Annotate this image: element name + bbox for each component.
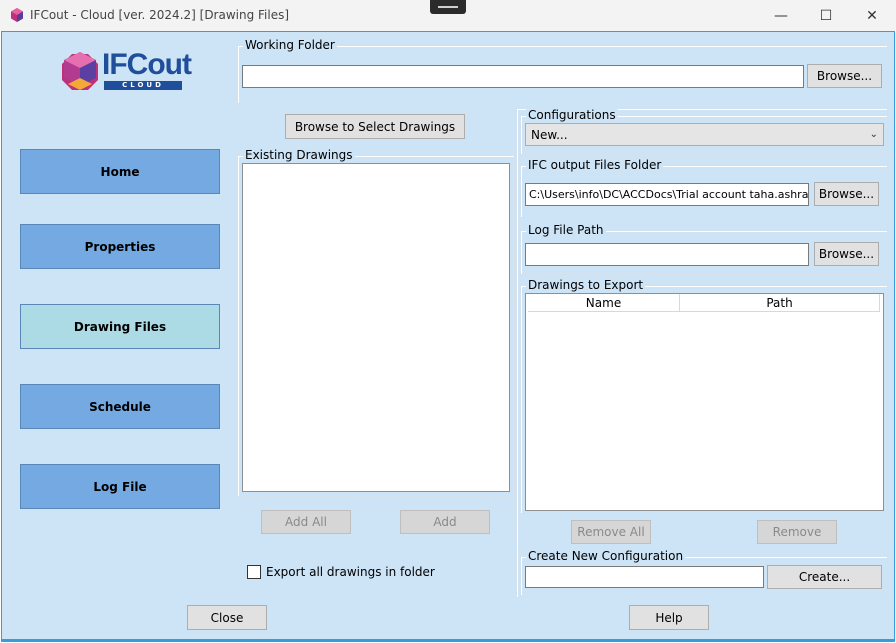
add-button[interactable]: Add <box>400 510 490 534</box>
minimize-icon: — <box>774 7 788 24</box>
logo: IFCout CLOUD <box>58 48 192 94</box>
working-folder-label: Working Folder <box>243 38 337 52</box>
configurations-select[interactable]: New... ⌄ <box>525 123 884 146</box>
column-header-path[interactable]: Path <box>680 294 880 312</box>
log-path-label: Log File Path <box>526 223 606 237</box>
drawings-to-export-label: Drawings to Export <box>526 278 646 292</box>
working-folder-browse-button[interactable]: Browse... <box>807 64 882 88</box>
nav-drawing-files-button[interactable]: Drawing Files <box>20 304 220 349</box>
export-all-label: Export all drawings in folder <box>266 565 435 579</box>
logo-cube-icon <box>62 52 98 90</box>
configurations-selected: New... <box>531 127 568 142</box>
title-bar: IFCout - Cloud [ver. 2024.2] [Drawing Fi… <box>0 0 896 31</box>
close-window-button[interactable]: ✕ <box>849 0 895 31</box>
export-all-checkbox[interactable] <box>247 565 261 579</box>
remove-all-button[interactable]: Remove All <box>571 520 651 544</box>
logo-text: IFCout <box>102 48 192 81</box>
browse-select-drawings-button[interactable]: Browse to Select Drawings <box>285 114 465 139</box>
new-config-label: Create New Configuration <box>526 549 686 563</box>
maximize-button[interactable]: ☐ <box>803 0 849 31</box>
snap-grip[interactable] <box>430 0 466 14</box>
minimize-button[interactable]: — <box>758 0 804 31</box>
create-config-button[interactable]: Create... <box>767 565 882 589</box>
close-icon: ✕ <box>866 7 878 24</box>
ifc-output-label: IFC output Files Folder <box>526 158 664 172</box>
log-path-browse-button[interactable]: Browse... <box>814 242 879 266</box>
nav-log-file-button[interactable]: Log File <box>20 464 220 509</box>
existing-drawings-list[interactable] <box>242 163 510 492</box>
close-button[interactable]: Close <box>187 605 267 630</box>
nav-schedule-button[interactable]: Schedule <box>20 384 220 429</box>
nav-properties-button[interactable]: Properties <box>20 224 220 269</box>
add-all-button[interactable]: Add All <box>261 510 351 534</box>
help-button[interactable]: Help <box>629 605 709 630</box>
app-icon <box>11 8 23 22</box>
ifc-output-input[interactable]: C:\Users\info\DC\ACCDocs\Trial account t… <box>525 183 809 206</box>
remove-button[interactable]: Remove <box>757 520 837 544</box>
configurations-label: Configurations <box>526 108 618 122</box>
working-folder-input[interactable] <box>242 65 804 88</box>
nav-home-button[interactable]: Home <box>20 149 220 194</box>
window-title: IFCout - Cloud [ver. 2024.2] [Drawing Fi… <box>30 8 290 22</box>
drawings-to-export-table[interactable]: Name Path <box>525 293 884 511</box>
maximize-icon: ☐ <box>819 7 833 24</box>
column-header-name[interactable]: Name <box>528 294 680 312</box>
ifc-output-browse-button[interactable]: Browse... <box>814 182 879 206</box>
log-path-input[interactable] <box>525 243 809 266</box>
existing-drawings-label: Existing Drawings <box>243 148 355 162</box>
new-config-input[interactable] <box>525 566 764 588</box>
logo-subtext: CLOUD <box>104 81 182 90</box>
chevron-down-icon: ⌄ <box>869 129 878 140</box>
